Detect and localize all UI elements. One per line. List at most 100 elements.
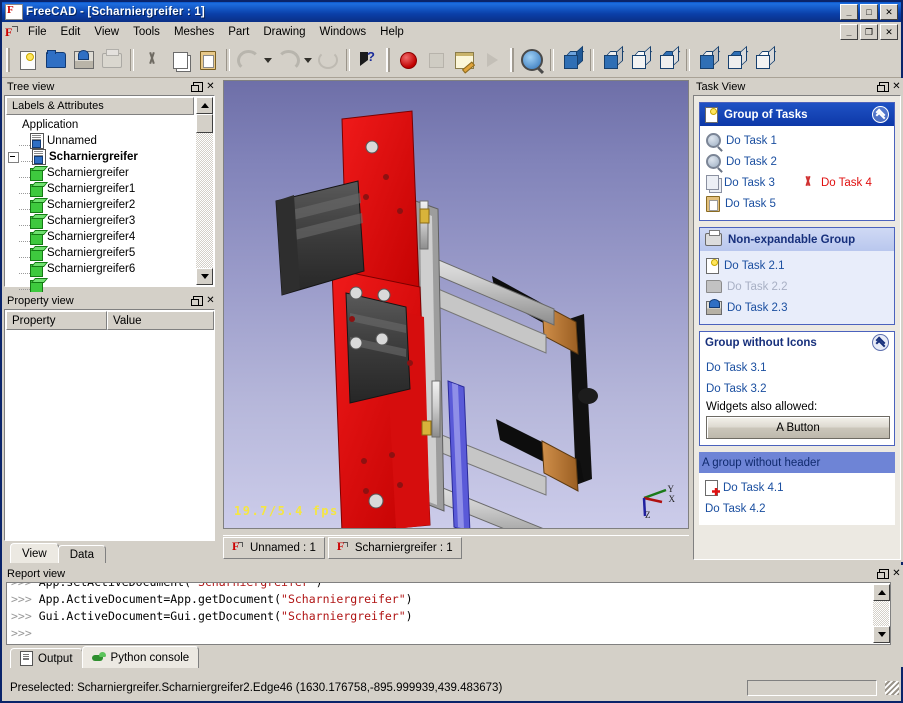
scroll-down-button[interactable] <box>873 626 890 643</box>
rear-view-button[interactable] <box>694 46 722 74</box>
resize-grip[interactable] <box>885 681 899 695</box>
menu-tools[interactable]: Tools <box>126 24 167 40</box>
tree-node-part[interactable]: Scharniergreifer <box>6 165 194 181</box>
maximize-button[interactable]: □ <box>860 4 878 20</box>
mdi-close-button[interactable]: ✕ <box>880 24 898 40</box>
undo-button[interactable] <box>234 46 262 74</box>
tab-view[interactable]: View <box>10 543 59 563</box>
tree-column-header[interactable]: Labels & Attributes <box>6 97 194 115</box>
redo-dropdown[interactable] <box>302 46 314 74</box>
top-view-button[interactable] <box>626 46 654 74</box>
property-view-close-button[interactable]: ✕ <box>204 294 217 307</box>
task-item-do-task-4[interactable]: Do Task 4 <box>801 175 872 190</box>
redo-button[interactable] <box>274 46 302 74</box>
menu-windows[interactable]: Windows <box>313 24 374 40</box>
task-item-do-task-3[interactable]: Do Task 3 <box>706 175 775 190</box>
python-console-output[interactable]: >>> App.setActiveDocument("Scharniergrei… <box>6 582 891 645</box>
task-item-row[interactable]: Do Task 4.2 <box>705 498 889 519</box>
whats-this-button[interactable] <box>354 46 382 74</box>
open-document-button[interactable] <box>42 46 70 74</box>
task-item-row[interactable]: Do Task 2 <box>706 151 888 172</box>
task-link-do-task-5[interactable]: Do Task 5 <box>725 198 776 210</box>
tab-output[interactable]: Output <box>10 648 83 668</box>
task-item-row[interactable]: Do Task 5 <box>706 193 888 214</box>
task-link-do-task-2-1[interactable]: Do Task 2.1 <box>724 260 785 272</box>
macro-execute-button[interactable] <box>478 46 506 74</box>
menu-help[interactable]: Help <box>373 24 411 40</box>
scrollbar-thumb[interactable] <box>196 114 213 133</box>
tab-python-console[interactable]: Python console <box>82 646 200 668</box>
save-document-button[interactable] <box>70 46 98 74</box>
tree-node-part[interactable]: Scharniergreifer5 <box>6 245 194 261</box>
toolbar-grip[interactable] <box>6 48 10 72</box>
tree-node-part[interactable]: Scharniergreifer4 <box>6 229 194 245</box>
tree-view-float-button[interactable] <box>191 80 204 93</box>
scroll-up-button[interactable] <box>196 97 213 114</box>
new-document-button[interactable] <box>14 46 42 74</box>
macro-edit-button[interactable] <box>450 46 478 74</box>
close-button[interactable]: ✕ <box>880 4 898 20</box>
task-link-do-task-4[interactable]: Do Task 4 <box>821 177 872 189</box>
task-link-do-task-2-3[interactable]: Do Task 2.3 <box>727 302 788 314</box>
scroll-up-button[interactable] <box>873 584 890 601</box>
task-link-do-task-3[interactable]: Do Task 3 <box>724 177 775 189</box>
collapse-chevron-icon[interactable] <box>872 106 889 123</box>
tree-node-part[interactable]: Scharniergreifer2 <box>6 197 194 213</box>
task-group-header[interactable]: Group of Tasks <box>700 103 894 126</box>
a-button[interactable]: A Button <box>706 416 890 439</box>
scroll-down-button[interactable] <box>196 268 213 285</box>
mdi-tab-scharniergreifer[interactable]: Scharniergreifer : 1 <box>328 537 462 559</box>
fit-all-button[interactable] <box>518 46 546 74</box>
tree-node-unnamed[interactable]: Unnamed <box>6 133 194 149</box>
task-link-do-task-4-2[interactable]: Do Task 4.2 <box>705 503 766 515</box>
property-column-header[interactable]: Property <box>6 311 107 330</box>
front-view-button[interactable] <box>598 46 626 74</box>
property-view-float-button[interactable] <box>191 294 204 307</box>
menu-part[interactable]: Part <box>221 24 256 40</box>
mdi-minimize-button[interactable]: _ <box>840 24 858 40</box>
bottom-view-button[interactable] <box>722 46 750 74</box>
mdi-restore-button[interactable]: ❐ <box>860 24 878 40</box>
undo-dropdown[interactable] <box>262 46 274 74</box>
tab-data[interactable]: Data <box>58 545 106 563</box>
task-item-row[interactable]: Do Task 2.3 <box>706 297 888 318</box>
tree-node-part[interactable]: Scharniergreifer6 <box>6 261 194 277</box>
axonometric-view-button[interactable] <box>558 46 586 74</box>
task-link-do-task-2[interactable]: Do Task 2 <box>726 156 777 168</box>
copy-button[interactable] <box>166 46 194 74</box>
cut-button[interactable] <box>138 46 166 74</box>
task-item-row[interactable]: Do Task 3.2 <box>706 378 888 399</box>
task-view-close-button[interactable]: ✕ <box>890 80 903 93</box>
value-column-header[interactable]: Value <box>107 311 214 330</box>
3d-viewport[interactable]: 19.7/5.4 fps Y X Z <box>223 80 689 529</box>
minimize-button[interactable]: _ <box>840 4 858 20</box>
task-item-row[interactable]: Do Task 2.1 <box>706 255 888 276</box>
tree-view-scrollbar[interactable] <box>196 97 213 285</box>
refresh-button[interactable] <box>314 46 342 74</box>
task-link-do-task-4-1[interactable]: Do Task 4.1 <box>723 482 784 494</box>
tree-node-part[interactable]: Scharniergreifer1 <box>6 181 194 197</box>
task-view-float-button[interactable] <box>877 80 890 93</box>
macro-stop-button[interactable] <box>422 46 450 74</box>
menu-drawing[interactable]: Drawing <box>256 24 312 40</box>
task-group-header[interactable]: Group without Icons <box>700 332 894 353</box>
tree-node-part[interactable]: Scharniergreifer3 <box>6 213 194 229</box>
tree-node-part-partial[interactable] <box>6 277 194 293</box>
collapse-expander-icon[interactable] <box>8 152 19 163</box>
task-link-do-task-3-2[interactable]: Do Task 3.2 <box>706 383 767 395</box>
left-view-button[interactable] <box>750 46 778 74</box>
tree-node-scharniergreifer-doc[interactable]: Scharniergreifer <box>6 149 194 165</box>
task-item-row[interactable]: Do Task 1 <box>706 130 888 151</box>
menu-file[interactable]: File <box>21 24 54 40</box>
menu-view[interactable]: View <box>87 24 126 40</box>
menu-edit[interactable]: Edit <box>54 24 88 40</box>
macro-record-button[interactable] <box>394 46 422 74</box>
task-link-do-task-3-1[interactable]: Do Task 3.1 <box>706 362 767 374</box>
task-link-do-task-1[interactable]: Do Task 1 <box>726 135 777 147</box>
print-document-button[interactable] <box>98 46 126 74</box>
report-view-close-button[interactable]: ✕ <box>890 567 903 580</box>
toolbar-grip[interactable] <box>386 48 390 72</box>
right-view-button[interactable] <box>654 46 682 74</box>
console-scrollbar[interactable] <box>873 584 889 643</box>
task-item-row[interactable]: Do Task 3.1 <box>706 357 888 378</box>
